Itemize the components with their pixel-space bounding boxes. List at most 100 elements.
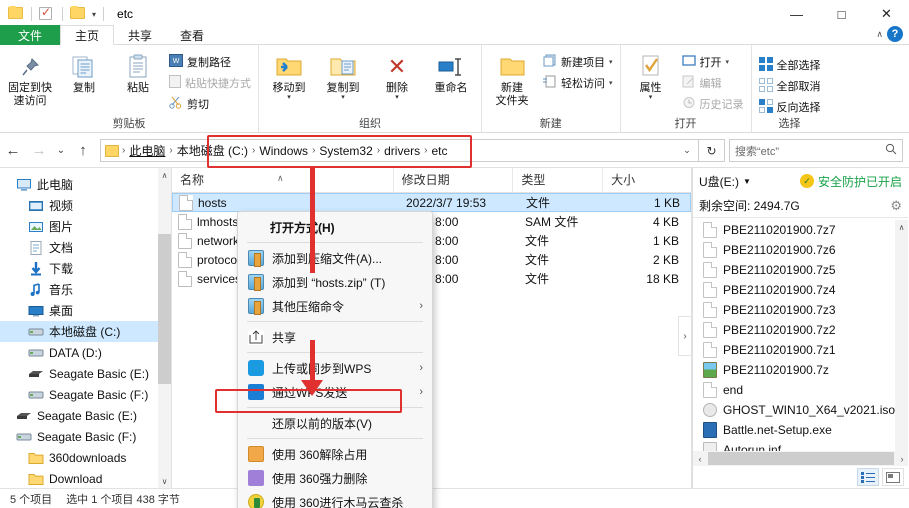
list-item[interactable]: PBE2110201900.7z3: [693, 300, 908, 320]
invert-selection-button[interactable]: 反向选择: [756, 98, 824, 116]
sidebar-item-7[interactable]: 本地磁盘 (C:): [0, 321, 171, 342]
sidebar-item-1[interactable]: 视频: [0, 195, 171, 216]
list-item[interactable]: PBE2110201900.7z1: [693, 340, 908, 360]
chevron-down-icon[interactable]: ▾: [609, 79, 613, 87]
usb-drive-label[interactable]: U盘(E:): [699, 173, 739, 190]
sidebar-item-14[interactable]: Download: [0, 468, 171, 488]
tab-share[interactable]: 共享: [114, 25, 166, 45]
table-row[interactable]: hosts 2022/3/7 19:53 文件 1 KB: [172, 193, 691, 212]
breadcrumb-item-this-pc[interactable]: 此电脑: [126, 142, 168, 159]
list-item[interactable]: PBE2110201900.7z2: [693, 320, 908, 340]
copy-path-button[interactable]: W 复制路径: [166, 53, 254, 71]
scroll-left-arrow[interactable]: ‹: [693, 454, 707, 464]
sidebar-item-9[interactable]: Seagate Basic (E:): [0, 363, 171, 384]
list-item[interactable]: GHOST_WIN10_X64_v2021.iso: [693, 400, 908, 420]
sidebar-item-11[interactable]: Seagate Basic (E:): [0, 405, 171, 426]
column-header-size[interactable]: 大小: [603, 168, 691, 193]
chevron-down-icon[interactable]: ▾: [341, 94, 345, 101]
help-icon[interactable]: ?: [887, 26, 903, 42]
column-header-type[interactable]: 类型: [513, 168, 604, 193]
menu-item[interactable]: 使用 360强力删除: [238, 466, 432, 490]
menu-item[interactable]: 共享: [238, 325, 432, 349]
scroll-right-arrow[interactable]: ›: [895, 454, 908, 464]
sidebar-item-3[interactable]: 文档: [0, 237, 171, 258]
breadcrumb[interactable]: › 此电脑 › 本地磁盘 (C:) › Windows › System32 ›…: [100, 139, 699, 162]
breadcrumb-item-drivers[interactable]: drivers: [381, 144, 423, 158]
open-button[interactable]: 打开 ▾: [679, 53, 747, 71]
scroll-up-arrow[interactable]: ∧: [158, 168, 171, 182]
menu-item[interactable]: 还原以前的版本(V): [238, 411, 432, 435]
column-header-name[interactable]: 名称 ∧: [172, 168, 394, 193]
menu-item[interactable]: 添加到 “hosts.zip” (T): [238, 270, 432, 294]
list-item[interactable]: PBE2110201900.7z: [693, 360, 908, 380]
list-item[interactable]: PBE2110201900.7z4: [693, 280, 908, 300]
search-icon[interactable]: [885, 143, 897, 158]
list-item[interactable]: end: [693, 380, 908, 400]
sidebar-item-2[interactable]: 图片: [0, 216, 171, 237]
recent-locations-button[interactable]: ⌄: [52, 138, 70, 164]
cut-button[interactable]: 剪切: [166, 95, 254, 113]
search-input[interactable]: 搜索“etc”: [729, 139, 903, 162]
chevron-down-icon[interactable]: ▾: [726, 58, 730, 66]
list-item[interactable]: Battle.net-Setup.exe: [693, 420, 908, 440]
sidebar-item-0[interactable]: 此电脑: [0, 174, 171, 195]
tab-view[interactable]: 查看: [166, 25, 218, 45]
paste-shortcut-button[interactable]: 粘贴快捷方式: [166, 74, 254, 92]
chevron-down-icon[interactable]: ▾: [649, 94, 653, 101]
maximize-button[interactable]: □: [819, 0, 864, 28]
easy-access-button[interactable]: 轻松访问 ▾: [540, 74, 616, 92]
usb-panel-hscrollbar[interactable]: ‹ ›: [693, 451, 908, 466]
sidebar-item-4[interactable]: 下载: [0, 258, 171, 279]
new-item-button[interactable]: 新建项目 ▾: [540, 53, 616, 71]
scroll-up-arrow[interactable]: ∧: [895, 220, 908, 234]
sidebar-item-10[interactable]: Seagate Basic (F:): [0, 384, 171, 405]
copy-to-button[interactable]: 复制到 ▾: [317, 48, 369, 101]
minimize-button[interactable]: —: [774, 0, 819, 28]
sidebar-item-12[interactable]: Seagate Basic (F:): [0, 426, 171, 447]
sidebar-scrollbar[interactable]: ∧ ∨: [158, 168, 171, 488]
sidebar-item-13[interactable]: 360downloads: [0, 447, 171, 468]
details-view-icon[interactable]: [857, 468, 879, 486]
chevron-down-icon[interactable]: ⌄: [678, 145, 696, 156]
select-all-button[interactable]: 全部选择: [756, 56, 824, 74]
properties-check-icon[interactable]: [39, 5, 55, 21]
collapse-ribbon-icon[interactable]: ∧: [876, 29, 883, 40]
list-item[interactable]: PBE2110201900.7z5: [693, 260, 908, 280]
new-folder-icon[interactable]: [70, 6, 86, 21]
menu-item[interactable]: 通过WPS发送 ›: [238, 380, 432, 404]
pin-to-quick-access-button[interactable]: 固定到快 速访问: [4, 48, 56, 108]
select-none-button[interactable]: 全部取消: [756, 77, 824, 95]
up-button[interactable]: ↑: [70, 138, 96, 164]
breadcrumb-item-system32[interactable]: System32: [316, 144, 375, 158]
close-button[interactable]: ✕: [864, 0, 909, 28]
tab-file[interactable]: 文件: [0, 25, 61, 45]
menu-item[interactable]: 打开方式(H): [238, 215, 432, 239]
menu-item[interactable]: 上传或同步到WPS ›: [238, 356, 432, 380]
tab-home[interactable]: 主页: [60, 25, 115, 45]
usb-panel-scrollbar[interactable]: ∧ ∨: [895, 220, 908, 460]
chevron-down-icon[interactable]: ▾: [609, 58, 613, 66]
breadcrumb-item-local-disk-c[interactable]: 本地磁盘 (C:): [174, 142, 251, 159]
edit-button[interactable]: 编辑: [679, 74, 747, 92]
paste-button[interactable]: 粘贴: [112, 48, 164, 95]
sidebar-item-6[interactable]: 桌面: [0, 300, 171, 321]
menu-item[interactable]: 添加到压缩文件(A)...: [238, 246, 432, 270]
scrollbar-thumb[interactable]: [158, 234, 171, 384]
rename-button[interactable]: 重命名: [425, 48, 477, 95]
refresh-button[interactable]: ↻: [699, 139, 725, 162]
breadcrumb-item-windows[interactable]: Windows: [256, 144, 311, 158]
move-to-button[interactable]: 移动到 ▾: [263, 48, 315, 101]
menu-item[interactable]: 其他压缩命令 ›: [238, 294, 432, 318]
forward-button[interactable]: →: [26, 138, 52, 164]
list-item[interactable]: PBE2110201900.7z7: [693, 220, 908, 240]
properties-button[interactable]: 属性 ▾: [625, 48, 677, 101]
history-button[interactable]: 历史记录: [679, 95, 747, 113]
list-item[interactable]: PBE2110201900.7z6: [693, 240, 908, 260]
sidebar-item-5[interactable]: 音乐: [0, 279, 171, 300]
column-header-date[interactable]: 修改日期: [394, 168, 514, 193]
menu-item[interactable]: 使用 360解除占用: [238, 442, 432, 466]
chevron-down-icon[interactable]: ▾: [395, 94, 399, 101]
copy-button[interactable]: 复制: [58, 48, 110, 95]
back-button[interactable]: ←: [0, 138, 26, 164]
breadcrumb-item-etc[interactable]: etc: [428, 144, 450, 158]
